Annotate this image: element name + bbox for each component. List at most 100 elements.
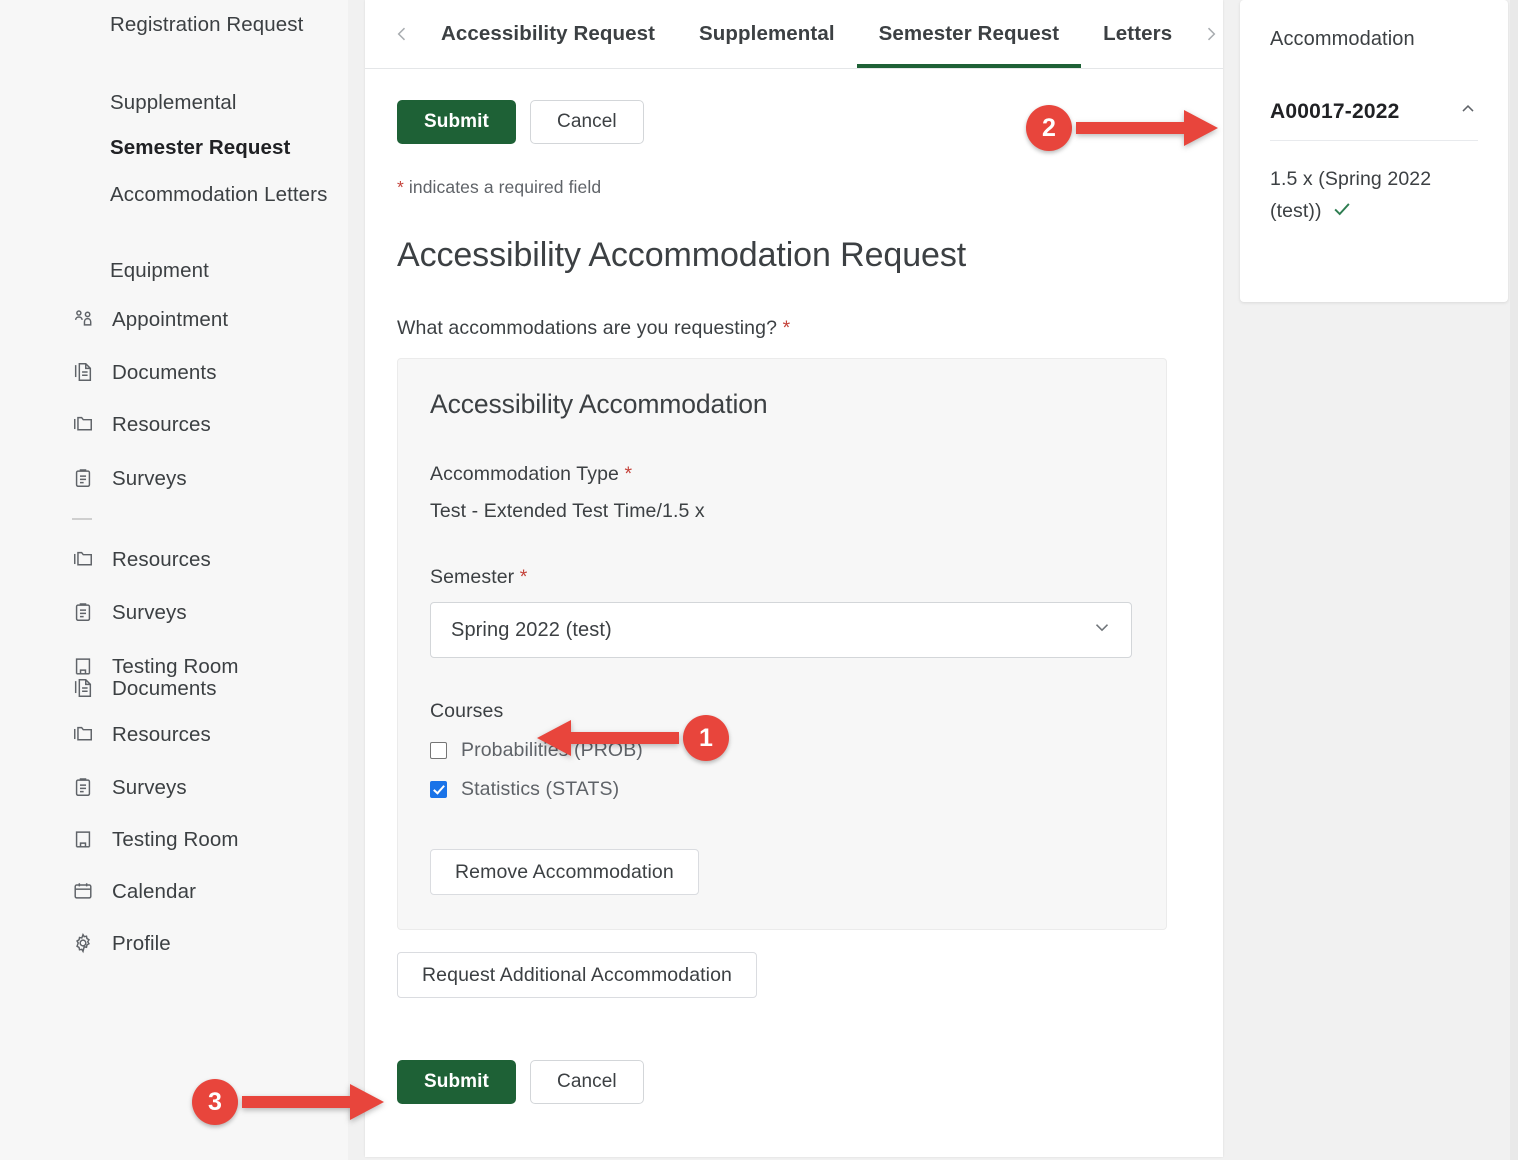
check-icon [1326,203,1354,225]
course-checkbox-row-statistics[interactable]: Statistics (STATS) [430,778,1134,801]
sidebar-item-resources-3[interactable]: Resources [70,718,340,750]
submit-button-bottom[interactable]: Submit [397,1060,516,1104]
tab-label: Letters [1103,22,1173,45]
sidebar-subitem-label: Registration Request [110,13,304,36]
remove-accommodation-row: Remove Accommodation [430,849,1134,895]
annotation-2-arrow [1076,110,1218,146]
submit-button-top[interactable]: Submit [397,100,516,144]
annotation-2-badge: 2 [1026,105,1072,151]
sidebar-item-label: Appointment [112,307,229,331]
request-additional-accommodation-button[interactable]: Request Additional Accommodation [397,952,757,998]
appointment-icon [70,306,96,332]
accommodation-card: Accessibility Accommodation Accommodatio… [397,358,1167,930]
annotation-2: 2 [1026,105,1222,151]
side-panel-title: Accommodation [1270,28,1415,50]
sidebar-item-label: Resources [112,722,211,746]
label-text: Accommodation Type [430,463,619,485]
testing-room-icon [70,826,96,852]
chevron-down-icon [1091,616,1113,644]
page-title: Accessibility Accommodation Request [397,236,967,274]
annotation-3: 3 [192,1079,388,1125]
accommodation-list-item: 1.5 x (Spring 2022 (test)) [1270,163,1478,230]
sidebar-subitem-label: Supplemental [110,91,237,114]
sidebar-subitem-equipment[interactable]: Equipment [110,256,330,286]
gear-icon [70,930,96,956]
sidebar-item-label: Surveys [112,775,187,799]
resources-folder-icon [70,546,96,572]
sidebar-subitem-accommodation-letters[interactable]: Accommodation Letters [110,180,330,210]
tab-bar: Accessibility Request Supplemental Semes… [365,0,1223,69]
annotation-3-badge: 3 [192,1079,238,1125]
chevron-right-icon [1208,27,1216,41]
sidebar-item-label: Calendar [112,879,196,903]
chevron-left-icon [397,27,406,41]
annotation-3-arrow [242,1084,384,1120]
sidebar-item-calendar[interactable]: Calendar [70,875,340,907]
tab-next-button[interactable] [1194,11,1223,57]
tab-letters[interactable]: Letters [1081,0,1194,68]
label-text: Semester [430,566,515,588]
left-sidebar: Registration Request Supplemental Semest… [0,0,348,1160]
sidebar-item-resources-1[interactable]: Resources [70,408,340,440]
sidebar-item-appointment[interactable]: Appointment [70,303,340,335]
tab-label: Supplemental [699,22,835,45]
required-note-text: indicates a required field [403,177,602,197]
sidebar-item-surveys-1[interactable]: Surveys [70,462,340,494]
accommodation-id: A00017-2022 [1270,99,1400,123]
accommodation-type-label: Accommodation Type * [430,463,1134,486]
annotation-1: 1 [533,715,729,761]
sidebar-subitem-registration-request[interactable]: Registration Request [110,10,330,40]
tab-semester-request[interactable]: Semester Request [856,0,1082,68]
surveys-clipboard-icon [70,599,96,625]
sidebar-item-label: Profile [112,931,171,955]
accommodation-id-row[interactable]: A00017-2022 [1270,99,1478,141]
sidebar-item-documents[interactable]: Documents [70,356,340,388]
question-text: What accommodations are you requesting? [397,317,778,339]
sidebar-item-profile[interactable]: Profile [70,927,340,959]
cancel-button-bottom[interactable]: Cancel [530,1060,644,1104]
remove-accommodation-button[interactable]: Remove Accommodation [430,849,699,895]
tab-prev-button[interactable] [385,11,419,57]
sidebar-item-label: Surveys [112,466,187,490]
semester-select[interactable]: Spring 2022 (test) [430,602,1132,658]
accommodation-type-value: Test - Extended Test Time/1.5 x [430,500,705,522]
surveys-clipboard-icon [70,774,96,800]
sidebar-item-surveys-2[interactable]: Surveys [70,596,340,628]
sidebar-divider [72,518,92,520]
annotation-1-badge: 1 [683,715,729,761]
surveys-clipboard-icon [70,465,96,491]
required-asterisk: * [519,566,528,588]
sidebar-item-surveys-3[interactable]: Surveys [70,771,340,803]
tab-accessibility-request[interactable]: Accessibility Request [419,0,677,68]
sidebar-subitem-label: Accommodation Letters [110,183,328,206]
tab-supplemental[interactable]: Supplemental [677,0,857,68]
sidebar-subitem-label: Equipment [110,259,209,282]
sidebar-item-label: Resources [112,412,211,436]
checkbox-probabilities[interactable] [430,742,447,759]
sidebar-item-testing-room-2[interactable]: Testing Room [70,823,340,855]
sidebar-item-resources-2[interactable]: Resources [70,543,340,575]
sidebar-subitem-supplemental[interactable]: Supplemental [110,88,330,118]
required-asterisk: * [782,317,791,339]
required-asterisk: * [397,177,404,197]
sidebar-item-documents-2[interactable]: Documents [70,672,340,704]
window-right-edge [1510,0,1518,1160]
bottom-action-row: Submit Cancel [397,1060,1223,1134]
sidebar-item-label: Surveys [112,600,187,624]
sidebar-subitem-label: Semester Request [110,136,291,159]
form-content: Submit Cancel * indicates a required fie… [365,100,1223,1134]
course-label: Statistics (STATS) [461,778,620,800]
tab-list: Accessibility Request Supplemental Semes… [419,0,1194,68]
sidebar-item-label: Documents [112,360,217,384]
documents-icon [70,359,96,385]
accommodation-side-panel: Accommodation A00017-2022 1.5 x (Spring … [1240,0,1508,302]
cancel-button-top[interactable]: Cancel [530,100,644,144]
required-asterisk: * [624,463,633,485]
annotation-1-arrow [537,720,679,756]
chevron-up-icon[interactable] [1458,99,1478,124]
checkbox-statistics[interactable] [430,781,447,798]
semester-select-value: Spring 2022 (test) [451,618,612,641]
resources-folder-icon [70,721,96,747]
sidebar-subitem-semester-request[interactable]: Semester Request [110,133,330,163]
accommodation-card-title: Accessibility Accommodation [430,389,768,419]
